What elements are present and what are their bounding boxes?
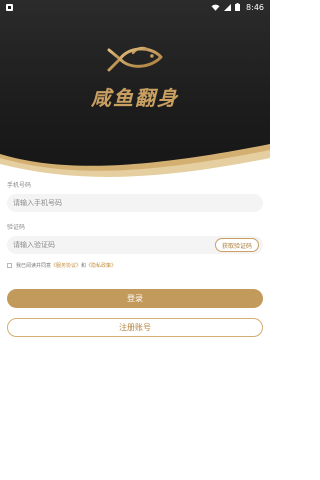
signal-icon [224, 3, 232, 11]
phone-label: 手机号码 [7, 182, 32, 189]
brand-name: 咸鱼翻身 [91, 86, 179, 110]
phone-input[interactable] [13, 199, 257, 207]
status-time: 8:46 [246, 2, 264, 12]
agreement-row: 我已阅读并同意 《服务协议》 和 《隐私政策》 [7, 262, 263, 269]
brand-logo: 咸鱼翻身 [0, 44, 270, 111]
wifi-icon [211, 4, 220, 11]
fish-logo-icon [107, 46, 163, 72]
header-banner: 8:46 咸鱼翻身 [0, 0, 270, 200]
app-notification-icon [6, 3, 13, 11]
code-input[interactable] [13, 241, 203, 249]
code-field-wrapper: 获取验证码 [7, 236, 263, 254]
phone-field-wrapper [7, 194, 263, 212]
code-label: 验证码 [7, 224, 26, 231]
status-bar: 8:46 [0, 0, 270, 14]
login-form: 手机号码 验证码 获取验证码 我已阅读并同意 《服务协议》 和 《隐私政策》 登… [7, 180, 263, 337]
battery-icon [235, 3, 241, 11]
register-button[interactable]: 注册账号 [7, 318, 263, 337]
agree-checkbox[interactable] [7, 263, 12, 268]
privacy-policy-link[interactable]: 《隐私政策》 [86, 262, 116, 269]
agreement-prefix: 我已阅读并同意 [16, 263, 52, 269]
login-button[interactable]: 登录 [7, 289, 263, 308]
get-code-button[interactable]: 获取验证码 [214, 238, 259, 252]
service-agreement-link[interactable]: 《服务协议》 [51, 262, 81, 269]
